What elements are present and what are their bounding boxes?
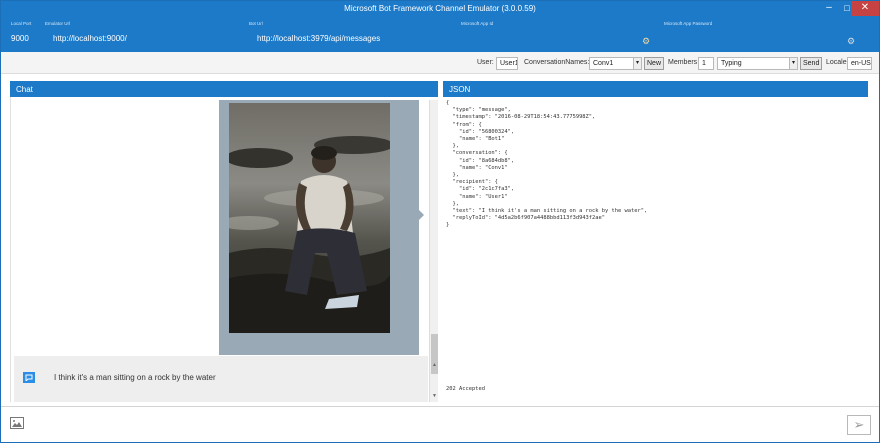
- chat-scroll-thumb[interactable]: [431, 334, 438, 374]
- emulator-window: Microsoft Bot Framework Channel Emulator…: [0, 0, 880, 443]
- send-activity-button[interactable]: Send: [800, 57, 823, 70]
- locale-input[interactable]: en-US: [847, 57, 872, 70]
- app-id-label: Microsoft App Id: [461, 21, 494, 26]
- settings-bar: Local Port 9000 Emulator Url http://loca…: [1, 18, 879, 52]
- emulator-url-value[interactable]: http://localhost:9000/: [53, 34, 127, 43]
- bot-icon: [23, 372, 35, 383]
- response-status: 202 Accepted: [446, 386, 485, 392]
- upload-image-icon[interactable]: [10, 417, 24, 429]
- user-label: User:: [477, 59, 494, 66]
- activity-type-select[interactable]: Typing: [717, 57, 790, 70]
- send-message-icon[interactable]: ➢: [847, 415, 871, 435]
- title-bar[interactable]: Microsoft Bot Framework Channel Emulator…: [1, 1, 879, 18]
- chat-bubble-icon: [25, 374, 33, 383]
- card-pointer: [419, 210, 424, 220]
- app-password-label: Microsoft App Password: [664, 21, 713, 26]
- close-button[interactable]: ✕: [851, 1, 879, 16]
- local-port-field[interactable]: Local Port 9000: [11, 20, 31, 43]
- chat-scrollbar[interactable]: ▲ ▼: [429, 100, 438, 402]
- emulator-url-field[interactable]: Emulator Url http://localhost:9000/: [45, 20, 127, 43]
- locale-label: Locale:: [826, 59, 849, 66]
- man-sitting-on-rock-photo: [229, 103, 390, 333]
- bot-url-value[interactable]: http://localhost:3979/api/messages: [257, 34, 380, 43]
- members-label: Members: [668, 59, 698, 66]
- app-id-gear-icon[interactable]: ⚙: [642, 36, 650, 47]
- scroll-down-arrow-icon[interactable]: ▼: [431, 393, 438, 399]
- app-password-field[interactable]: Microsoft App Password: [664, 20, 712, 34]
- chat-panel-header: Chat: [10, 81, 438, 97]
- bot-url-field[interactable]: Bot Url http://localhost:3979/api/messag…: [249, 20, 380, 43]
- json-panel-header: JSON: [443, 81, 868, 97]
- user-input[interactable]: User1: [496, 57, 518, 70]
- emulator-url-label: Emulator Url: [45, 21, 71, 26]
- bot-url-label: Bot Url: [249, 21, 263, 26]
- app-id-field[interactable]: Microsoft App Id: [461, 20, 493, 34]
- local-port-label: Local Port: [11, 21, 32, 26]
- conversation-dropdown-icon[interactable]: ▾: [633, 57, 642, 70]
- app-password-gear-icon[interactable]: ⚙: [847, 36, 855, 47]
- window-title: Microsoft Bot Framework Channel Emulator…: [344, 4, 536, 13]
- local-port-value[interactable]: 9000: [11, 34, 31, 43]
- scroll-up-arrow-icon[interactable]: ▲: [431, 362, 438, 368]
- conversation-toolbar: User: User1 ConversationNames: Conv1 ▾ N…: [1, 52, 879, 74]
- conversation-label: ConversationNames:: [524, 59, 590, 66]
- image-icon: [12, 420, 22, 427]
- image-attachment-card[interactable]: [219, 100, 419, 355]
- bot-message[interactable]: I think it's a man sitting on a rock by …: [14, 356, 428, 402]
- json-content: { "type": "message", "timestamp": "2016-…: [446, 100, 648, 229]
- new-conversation-button[interactable]: New: [644, 57, 665, 70]
- conversation-select[interactable]: Conv1: [589, 57, 634, 70]
- members-input[interactable]: 1: [698, 57, 714, 70]
- bot-message-text: I think it's a man sitting on a rock by …: [54, 373, 216, 382]
- message-input-bar[interactable]: ➢: [1, 406, 879, 442]
- attachment-photo[interactable]: [229, 103, 390, 333]
- chat-panel[interactable]: ▲ ▼ I think it's a man sitting on a rock…: [10, 97, 438, 402]
- json-panel[interactable]: { "type": "message", "timestamp": "2016-…: [443, 97, 868, 402]
- activity-dropdown-icon[interactable]: ▾: [789, 57, 798, 70]
